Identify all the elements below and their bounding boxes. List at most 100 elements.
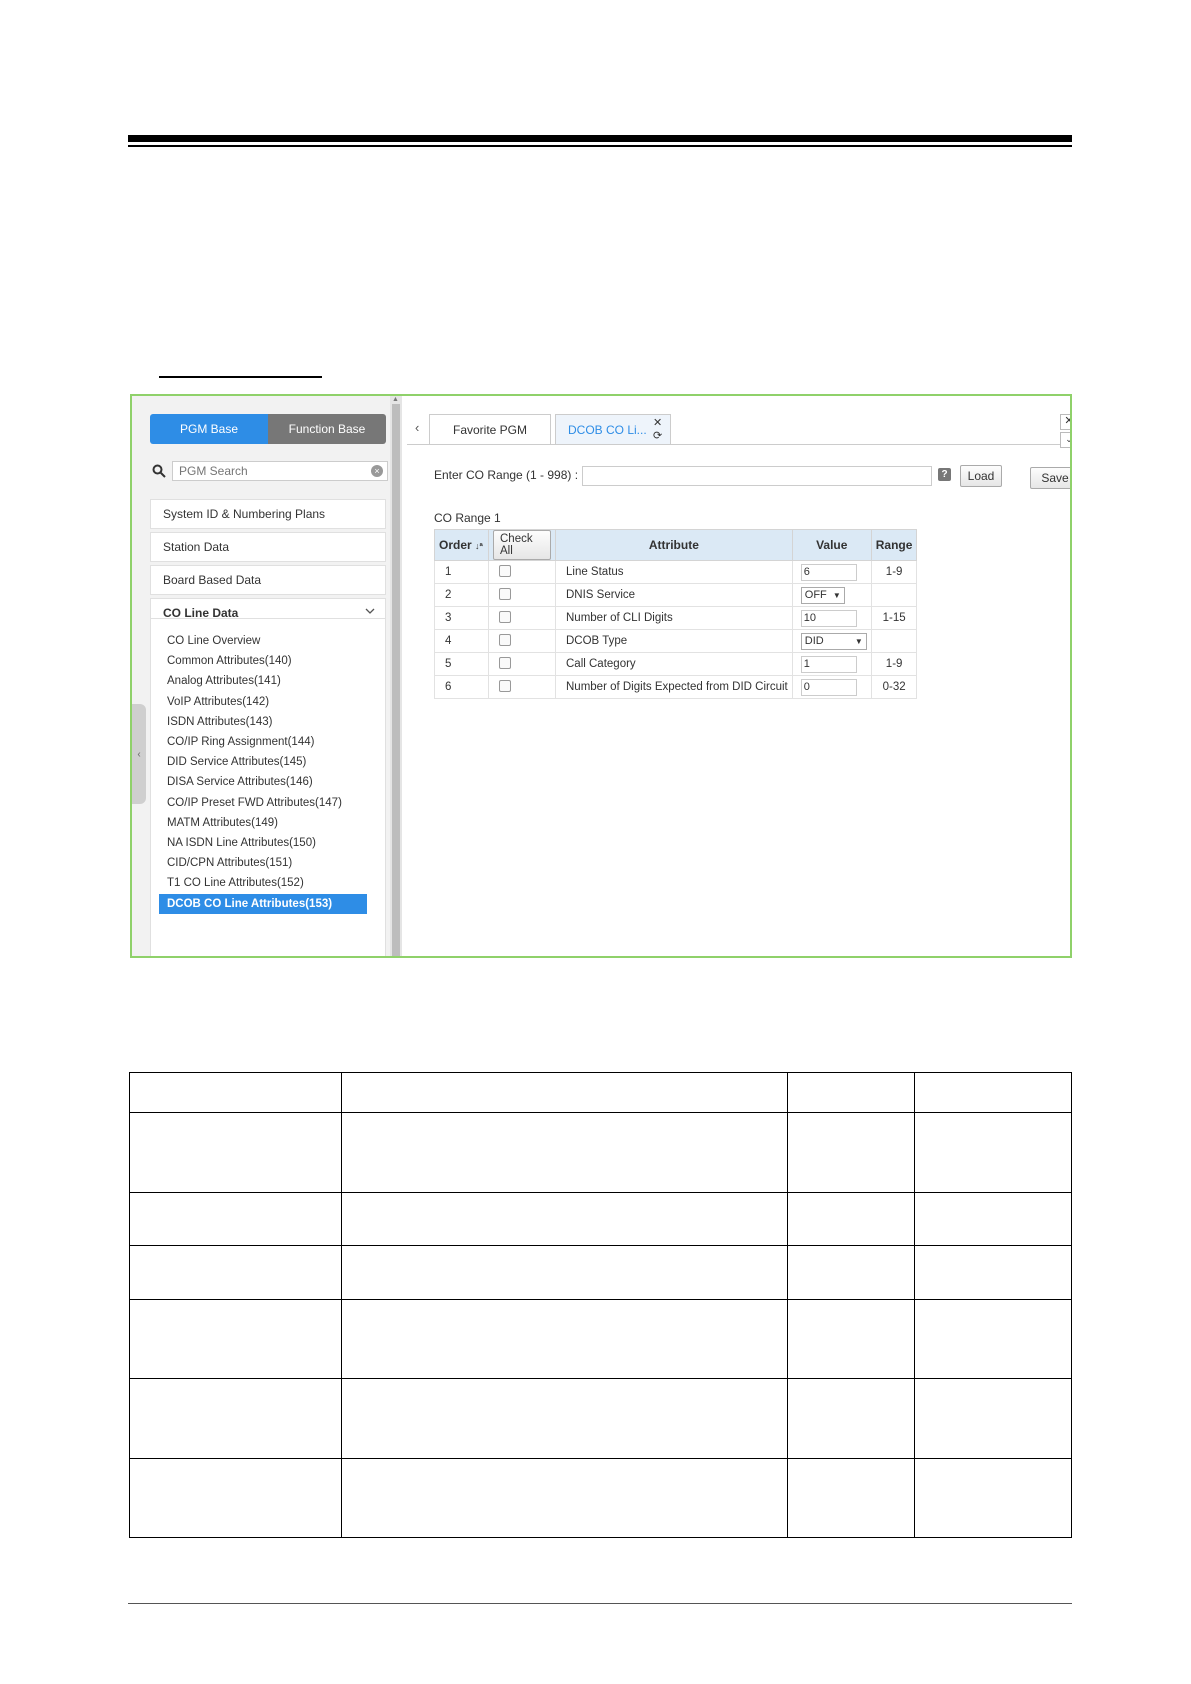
submenu-item[interactable]: ISDN Attributes(143) bbox=[159, 712, 367, 732]
table-header-row bbox=[129, 1072, 1072, 1113]
submenu-item[interactable]: T1 CO Line Attributes(152) bbox=[159, 873, 367, 893]
menu-station-data[interactable]: Station Data bbox=[150, 532, 386, 562]
table-cell bbox=[129, 1458, 342, 1538]
table-cell bbox=[787, 1192, 915, 1246]
range-cell bbox=[870, 629, 918, 653]
tab-bar: ‹ Favorite PGM DCOB CO Li... ✕ ⟳ bbox=[407, 414, 1070, 445]
refresh-icon[interactable]: ⟳ bbox=[653, 429, 662, 442]
submenu-item[interactable]: NA ISDN Line Attributes(150) bbox=[159, 833, 367, 853]
dropdown-arrow-icon: ▼ bbox=[832, 590, 841, 600]
row-checkbox[interactable] bbox=[499, 656, 511, 669]
table-cell bbox=[341, 1458, 788, 1538]
checkbox-cell bbox=[488, 606, 556, 630]
value-cell: 10 bbox=[791, 606, 872, 630]
footer-rule bbox=[128, 1603, 1072, 1604]
value-cell: DID ▼ bbox=[791, 629, 872, 653]
table-cell bbox=[914, 1378, 1072, 1459]
value-input[interactable]: 6 bbox=[800, 563, 857, 581]
submenu-item[interactable]: DID Service Attributes(145) bbox=[159, 752, 367, 772]
value-cell: 0 bbox=[791, 675, 872, 699]
screenshot-frame: PGM Base Function Base × System ID & Num… bbox=[130, 394, 1072, 958]
submenu-item[interactable]: DISA Service Attributes(146) bbox=[159, 772, 367, 792]
table-cell bbox=[129, 1192, 342, 1246]
row-checkbox[interactable] bbox=[499, 610, 511, 623]
attribute-header: Attribute bbox=[555, 529, 793, 561]
table-cell bbox=[787, 1072, 915, 1113]
submenu-item[interactable]: Common Attributes(140) bbox=[159, 651, 367, 671]
row-checkbox[interactable] bbox=[499, 564, 511, 577]
table-cell bbox=[341, 1192, 788, 1246]
attribute-cell: Number of Digits Expected from DID Circu… bbox=[555, 675, 793, 699]
header-rule-thin bbox=[128, 145, 1072, 147]
table-row bbox=[129, 1245, 1072, 1300]
range-cell: 1-15 bbox=[870, 606, 918, 630]
check-all-button[interactable]: Check All bbox=[493, 530, 551, 560]
collapse-panel-handle[interactable]: ‹ bbox=[132, 704, 146, 804]
row-checkbox[interactable] bbox=[499, 633, 511, 646]
attribute-table: Order ↓ª Check All Attribute Value Range… bbox=[434, 529, 918, 699]
clear-search-icon[interactable]: × bbox=[371, 465, 383, 477]
pgm-search-input[interactable] bbox=[172, 461, 388, 481]
table-cell bbox=[787, 1245, 915, 1300]
chevron-left-icon[interactable]: ‹ bbox=[415, 420, 419, 435]
table-row: 4 DCOB Type DID ▼ bbox=[434, 629, 918, 653]
search-icon[interactable] bbox=[152, 464, 168, 480]
table-row bbox=[129, 1192, 1072, 1246]
co-line-submenu: CO Line Overview Common Attributes(140) An… bbox=[150, 618, 386, 956]
order-header[interactable]: Order ↓ª bbox=[434, 529, 489, 561]
chevron-down-icon[interactable]: ⌄ bbox=[1060, 432, 1070, 448]
menu-system-id[interactable]: System ID & Numbering Plans bbox=[150, 499, 386, 529]
help-icon[interactable]: ? bbox=[938, 468, 951, 481]
sort-icon[interactable]: ↓ª bbox=[475, 541, 483, 551]
row-checkbox[interactable] bbox=[499, 587, 511, 600]
value-cell: 1 bbox=[791, 652, 872, 676]
checkbox-cell bbox=[488, 583, 556, 607]
value-input[interactable]: 0 bbox=[800, 678, 857, 696]
tab-favorite-pgm[interactable]: Favorite PGM bbox=[429, 414, 551, 444]
close-tab-icon[interactable]: ✕ bbox=[653, 416, 662, 429]
range-cell: 0-32 bbox=[870, 675, 918, 699]
menu-board-based-data[interactable]: Board Based Data bbox=[150, 565, 386, 595]
pgm-base-button[interactable]: PGM Base bbox=[150, 414, 268, 444]
close-icon[interactable]: ✕ bbox=[1060, 414, 1070, 430]
submenu-item[interactable]: CO/IP Preset FWD Attributes(147) bbox=[159, 793, 367, 813]
value-input[interactable]: 1 bbox=[800, 655, 857, 673]
row-checkbox[interactable] bbox=[499, 679, 511, 692]
table-row: 2 DNIS Service OFF ▼ bbox=[434, 583, 918, 607]
table-cell bbox=[787, 1112, 915, 1193]
checkbox-cell bbox=[488, 675, 556, 699]
submenu-item[interactable]: Analog Attributes(141) bbox=[159, 671, 367, 691]
value-select[interactable]: OFF ▼ bbox=[800, 586, 845, 604]
range-cell: 1-9 bbox=[870, 652, 918, 676]
left-scrollbar-thumb[interactable] bbox=[392, 404, 400, 956]
chevron-down-icon bbox=[365, 607, 375, 618]
load-button[interactable]: Load bbox=[960, 465, 1002, 487]
submenu-item[interactable]: DCOB CO Line Attributes(153) bbox=[159, 893, 367, 914]
scroll-up-icon[interactable]: ▲ bbox=[392, 396, 399, 403]
submenu-item[interactable]: CO/IP Ring Assignment(144) bbox=[159, 732, 367, 752]
table-row: 6 Number of Digits Expected from DID Circ… bbox=[434, 675, 918, 699]
value-input[interactable]: 10 bbox=[800, 609, 857, 627]
submenu-item[interactable]: CO Line Overview bbox=[159, 631, 367, 651]
submenu-item[interactable]: VoIP Attributes(142) bbox=[159, 692, 367, 712]
co-range-label: Enter CO Range (1 - 998) : bbox=[434, 468, 579, 482]
chevron-left-icon: ‹ bbox=[137, 748, 141, 760]
value-select[interactable]: DID ▼ bbox=[800, 632, 867, 650]
table-cell bbox=[914, 1299, 1072, 1379]
value-cell: 6 bbox=[791, 560, 872, 584]
dropdown-arrow-icon: ▼ bbox=[854, 636, 863, 646]
left-panel: PGM Base Function Base × System ID & Num… bbox=[132, 396, 390, 956]
range-cell bbox=[870, 583, 918, 607]
order-cell: 6 bbox=[434, 675, 489, 699]
save-button[interactable]: Save bbox=[1030, 467, 1070, 489]
co-range-input[interactable] bbox=[582, 466, 932, 486]
checkbox-cell bbox=[488, 560, 556, 584]
table-cell bbox=[129, 1072, 342, 1113]
range-header: Range bbox=[870, 529, 918, 561]
checkbox-cell bbox=[488, 652, 556, 676]
attribute-cell: Number of CLI Digits bbox=[555, 606, 793, 630]
function-base-button[interactable]: Function Base bbox=[268, 414, 386, 444]
submenu-item[interactable]: CID/CPN Attributes(151) bbox=[159, 853, 367, 873]
table-cell bbox=[341, 1378, 788, 1459]
submenu-item[interactable]: MATM Attributes(149) bbox=[159, 813, 367, 833]
